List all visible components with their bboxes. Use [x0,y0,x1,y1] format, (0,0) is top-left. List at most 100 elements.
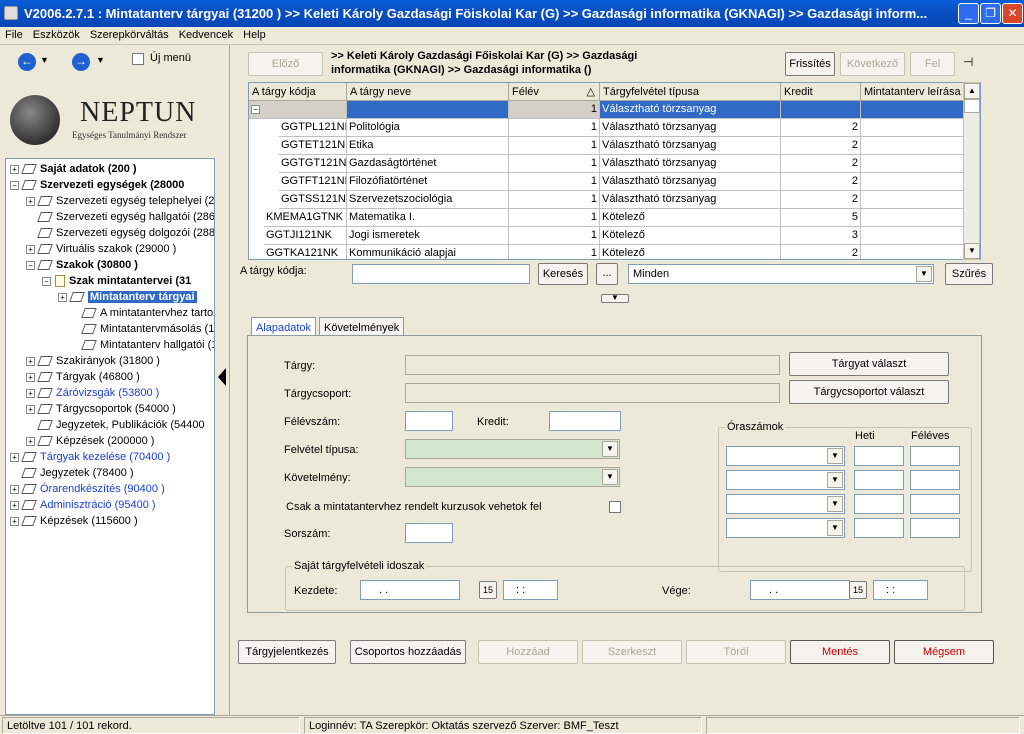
semester-hours-input-1[interactable] [910,446,960,466]
menu-eszkozok[interactable]: Eszközök [28,27,85,43]
column-header[interactable]: Tárgyfelvétel típusa [600,83,781,101]
filter-select[interactable]: Minden ▼ [628,264,934,284]
expand-icon[interactable]: + [26,404,35,414]
grid-cell-credit[interactable]: 2 [781,119,861,137]
menu-szerepkorvaltas[interactable]: Szerepkörváltás [85,27,174,43]
grid-cell-type[interactable]: Választható törzsanyag [600,155,781,173]
grid-cell-name[interactable]: Filozófiatörténet [347,173,509,191]
grid-cell-semester[interactable]: 1 [509,101,600,119]
grid-cell-semester[interactable]: 1 [509,209,600,227]
expand-icon[interactable]: + [26,356,35,366]
weekly-hours-input-3[interactable] [854,494,904,514]
weekly-hours-input-2[interactable] [854,470,904,490]
hours-type-select-4[interactable]: ▼ [726,518,845,538]
grid-cell-name[interactable]: Politológia [347,119,509,137]
hours-type-select-2[interactable]: ▼ [726,470,845,490]
forward-history-dropdown-icon[interactable]: ▼ [96,55,105,65]
grid-cell-semester[interactable]: 1 [509,137,600,155]
collapse-grid-icon[interactable]: ▼ [601,294,629,303]
grid-cell-credit[interactable]: 5 [781,209,861,227]
search-code-input[interactable] [352,264,530,284]
grid-cell-credit[interactable]: 2 [781,137,861,155]
grid-cell-code[interactable]: KMEMA1GTNK [264,209,347,227]
search-button[interactable]: Keresés [538,263,588,285]
grid-cell-semester[interactable]: 1 [509,155,600,173]
tree-item[interactable]: + Képzések (115600 ) [10,513,138,529]
choose-subject-group-button[interactable]: Tárgycsoportot választ [789,380,949,404]
expand-icon[interactable]: + [10,452,19,462]
tree-item[interactable]: + Saját adatok (200 ) [10,161,137,177]
grid-cell-code[interactable]: GGTET121NK [279,137,347,155]
collapse-icon[interactable]: − [10,180,19,190]
tree-item[interactable]: + Tárgyak (46800 ) [26,369,140,385]
enrollment-type-select[interactable]: ▼ [405,439,620,459]
tree-item[interactable]: + Adminisztráció (95400 ) [10,497,156,513]
collapse-icon[interactable]: − [26,260,35,270]
grid-cell-name[interactable]: Jogi ismeretek [347,227,509,245]
tree-item[interactable]: Jegyzetek (78400 ) [10,465,134,481]
grid-cell-semester[interactable]: 1 [509,173,600,191]
grid-cell-type[interactable]: Választható törzsanyag [600,137,781,155]
scroll-thumb[interactable] [964,99,980,113]
bulk-add-button[interactable]: Csoportos hozzáadás [350,640,466,664]
tree-item[interactable]: Jegyzetek, Publikációk (54400 [26,417,205,433]
new-menu-checkbox[interactable] [132,53,144,65]
grid-cell-name[interactable]: Kommunikáció alapjai [347,245,509,259]
back-history-dropdown-icon[interactable]: ▼ [40,55,49,65]
tree-item[interactable]: − Szak mintatantervei (31 [42,273,191,289]
tab-kovetelmenyek[interactable]: Követelmények [319,317,405,337]
grid-cell-code[interactable]: GGTGT121NK [279,155,347,173]
scroll-down-icon[interactable]: ▼ [964,243,980,259]
maximize-button[interactable]: ❐ [980,3,1001,24]
filter-button[interactable]: Szűrés [945,263,993,285]
tab-alapadatok[interactable]: Alapadatok [251,317,317,337]
chevron-down-icon[interactable]: ▼ [827,520,843,536]
grid-cell-name[interactable]: Gazdaságtörténet [347,155,509,173]
expand-icon[interactable]: + [26,196,35,206]
grid-cell-semester[interactable]: 1 [509,227,600,245]
hours-type-select-1[interactable]: ▼ [726,446,845,466]
expand-icon[interactable]: + [10,500,19,510]
menu-kedvencek[interactable]: Kedvencek [174,27,238,43]
minimize-button[interactable]: _ [958,3,979,24]
column-header[interactable]: Félév △ [509,83,600,101]
expand-icon[interactable]: + [26,436,35,446]
tree-item[interactable]: + Mintatanterv tárgyai [58,289,197,305]
grid-cell-code[interactable]: GGTJI121NK [264,227,347,245]
grid-cell-code[interactable]: GGTPL121NK [279,119,347,137]
grid-cell-semester[interactable]: 1 [509,119,600,137]
credit-input[interactable] [549,411,621,431]
collapse-left-pane-icon[interactable] [218,368,226,386]
up-button[interactable]: Fel [910,52,955,76]
semester-hours-input-3[interactable] [910,494,960,514]
grid-cell-semester[interactable]: 1 [509,191,600,209]
tree-item[interactable]: + Órarendkészítés (90400 ) [10,481,165,497]
forward-arrow-icon[interactable]: → [72,53,90,71]
weekly-hours-input-4[interactable] [854,518,904,538]
chevron-down-icon[interactable]: ▼ [827,448,843,464]
delete-button[interactable]: Töröl [686,640,786,664]
tree-item[interactable]: Mintatantervmásolás (19 [70,321,214,337]
semester-hours-input-2[interactable] [910,470,960,490]
scroll-up-icon[interactable]: ▲ [964,83,980,99]
app-icon[interactable] [4,6,18,20]
refresh-button[interactable]: Frissítés [785,52,835,76]
grid-cell-type[interactable]: Kötelező [600,227,781,245]
save-button[interactable]: Mentés [790,640,890,664]
end-date-input[interactable]: . . [750,580,850,600]
grid-cell-type[interactable]: Választható törzsanyag [600,101,781,119]
menu-file[interactable]: File [0,27,28,43]
tree-item[interactable]: + Tárgyak kezelése (70400 ) [10,449,170,465]
grid-cell-name[interactable]: Szervezetszociológia [347,191,509,209]
tree-item[interactable]: Mintatanterv hallgatói (1 [70,337,214,353]
back-arrow-icon[interactable]: ← [18,53,36,71]
close-button[interactable]: ✕ [1002,3,1023,24]
chevron-down-icon[interactable]: ▼ [602,441,618,457]
tree-item[interactable]: + Szervezeti egység telephelyei (2 [26,193,214,209]
subject-registration-button[interactable]: Tárgyjelentkezés [238,640,336,664]
column-header[interactable]: Kredit [781,83,861,101]
tree-item[interactable]: Szervezeti egység hallgatói (286 [26,209,214,225]
tree-item[interactable]: A mintatantervhez tartoz [70,305,214,321]
end-calendar-icon[interactable]: 15 [849,581,867,599]
tree-item[interactable]: Szervezeti egység dolgozói (288 [26,225,214,241]
